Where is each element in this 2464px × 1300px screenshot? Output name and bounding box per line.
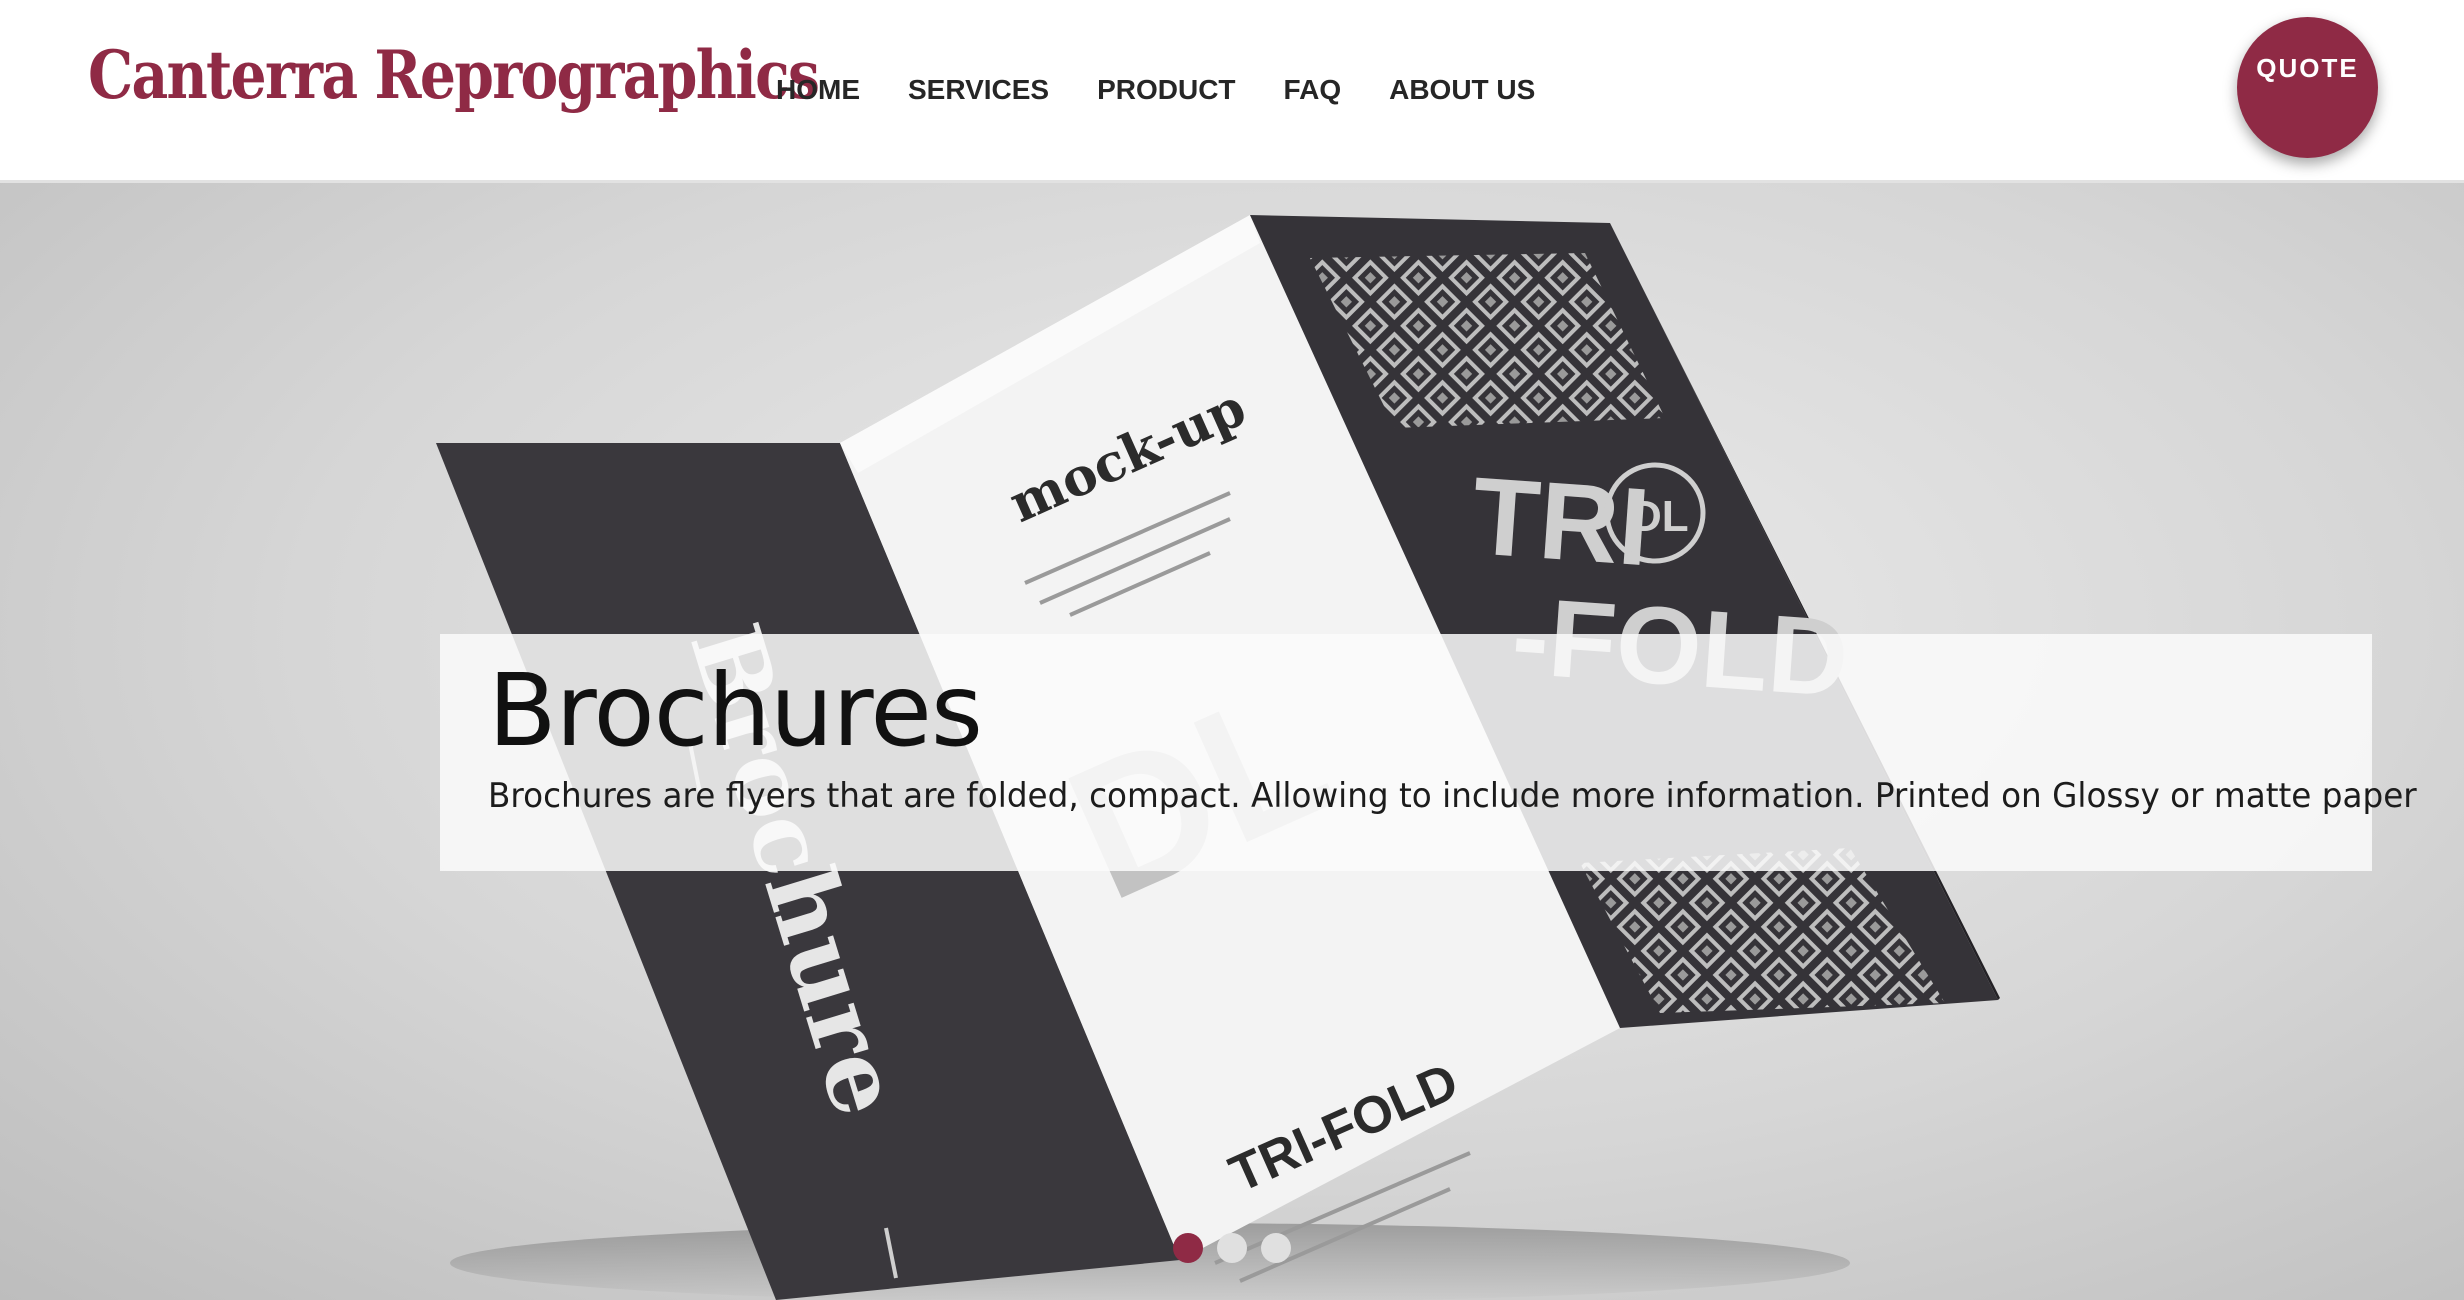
site-header: Canterra Reprographics HOME SERVICES PRO… bbox=[0, 0, 2464, 183]
nav-item-home[interactable]: HOME bbox=[776, 74, 860, 106]
slider-dot-3[interactable] bbox=[1261, 1233, 1291, 1263]
right-panel-badge: DL bbox=[1630, 492, 1689, 541]
quote-button[interactable]: QUOTE bbox=[2237, 17, 2378, 158]
slide-description: Brochures are flyers that are folded, co… bbox=[488, 776, 2417, 816]
nav-item-faq[interactable]: FAQ bbox=[1284, 74, 1342, 106]
slide-caption: Brochures Brochures are flyers that are … bbox=[440, 634, 2417, 871]
slide-title: Brochures bbox=[488, 652, 983, 769]
nav-item-about-us[interactable]: ABOUT US bbox=[1389, 74, 1535, 106]
nav-item-services[interactable]: SERVICES bbox=[908, 74, 1049, 106]
hero-slider: TRI DL -FOLD mock-up DL TRI-FOLD Brochur… bbox=[0, 183, 2464, 1300]
slider-dot-1[interactable] bbox=[1173, 1233, 1203, 1263]
main-nav: HOME SERVICES PRODUCT FAQ ABOUT US bbox=[776, 66, 1583, 114]
nav-item-product[interactable]: PRODUCT bbox=[1097, 74, 1235, 106]
brand-logo[interactable]: Canterra Reprographics bbox=[88, 30, 820, 120]
slider-dot-2[interactable] bbox=[1217, 1233, 1247, 1263]
slider-dots bbox=[1173, 1233, 1305, 1263]
